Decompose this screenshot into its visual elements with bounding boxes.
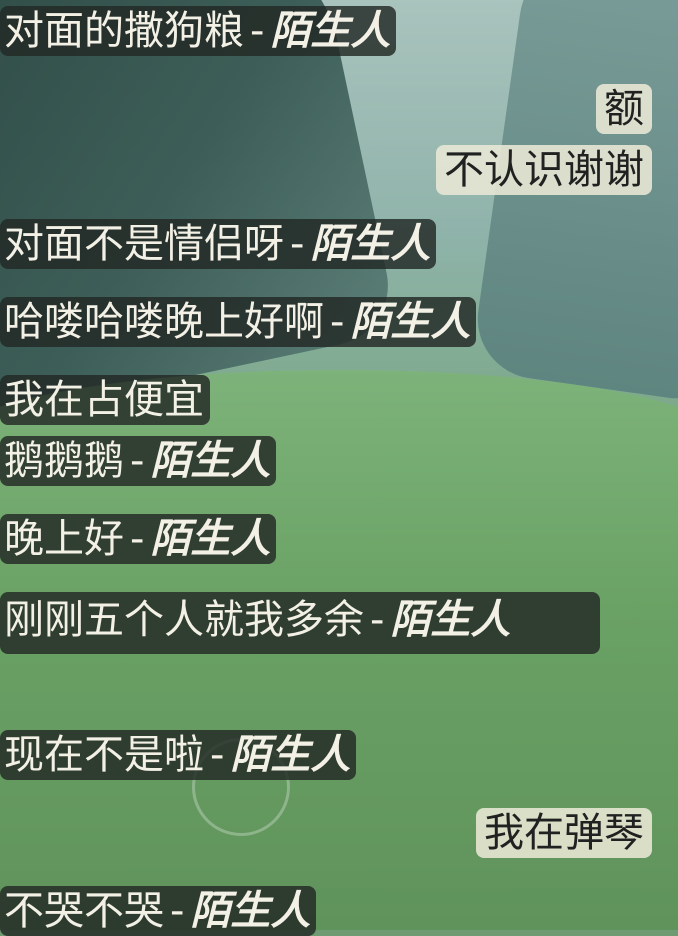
message-text: 我在占便宜	[4, 377, 204, 423]
chat-bubble-other: 刚刚五个人就我多余 - 陌生人	[0, 592, 600, 654]
message-text: 哈喽哈喽晚上好啊	[4, 299, 324, 345]
chat-bubble-other: 对面的撒狗粮 - 陌生人	[0, 6, 397, 56]
message-author: 陌生人	[150, 438, 271, 484]
message-text: 现在不是啦	[4, 732, 204, 778]
chat-log: 对面的撒狗粮 - 陌生人 额 不认识谢谢 对面不是情侣呀 - 陌生人 哈喽哈喽晚上好啊 -…	[0, 0, 678, 936]
message-separator: -	[250, 8, 265, 54]
message-text: 刚刚五个人就我多余	[4, 597, 364, 643]
message-author: 陌生人	[190, 888, 311, 934]
chat-bubble-other: 不哭不哭 - 陌生人	[0, 886, 317, 936]
chat-bubble-other: 现在不是啦 - 陌生人	[0, 730, 357, 780]
chat-bubble-other: 鹅鹅鹅 - 陌生人	[0, 436, 277, 486]
message-separator: -	[130, 516, 145, 562]
message-text: 我在弹琴	[484, 810, 644, 856]
chat-bubble-self: 不认识谢谢	[436, 145, 652, 195]
message-author: 陌生人	[390, 597, 511, 643]
message-separator: -	[130, 438, 145, 484]
message-text: 不哭不哭	[4, 888, 164, 934]
message-text: 对面的撒狗粮	[4, 8, 244, 54]
chat-bubble-other: 对面不是情侣呀 - 陌生人	[0, 219, 437, 269]
message-separator: -	[170, 888, 185, 934]
chat-bubble-self: 我在弹琴	[476, 808, 652, 858]
message-text: 鹅鹅鹅	[4, 438, 124, 484]
message-separator: -	[290, 221, 305, 267]
chat-bubble-self: 额	[596, 84, 652, 134]
message-author: 陌生人	[350, 299, 471, 345]
message-author: 陌生人	[150, 516, 271, 562]
chat-bubble-other: 我在占便宜	[0, 375, 210, 425]
chat-bubble-other: 哈喽哈喽晚上好啊 - 陌生人	[0, 297, 477, 347]
message-author: 陌生人	[310, 221, 431, 267]
message-text: 额	[604, 86, 644, 132]
message-author: 陌生人	[230, 732, 351, 778]
message-text: 对面不是情侣呀	[4, 221, 284, 267]
chat-bubble-other: 晚上好 - 陌生人	[0, 514, 277, 564]
message-text: 不认识谢谢	[444, 147, 644, 193]
message-separator: -	[210, 732, 225, 778]
message-text: 晚上好	[4, 516, 124, 562]
message-author: 陌生人	[270, 8, 391, 54]
message-separator: -	[370, 597, 385, 643]
message-separator: -	[330, 299, 345, 345]
